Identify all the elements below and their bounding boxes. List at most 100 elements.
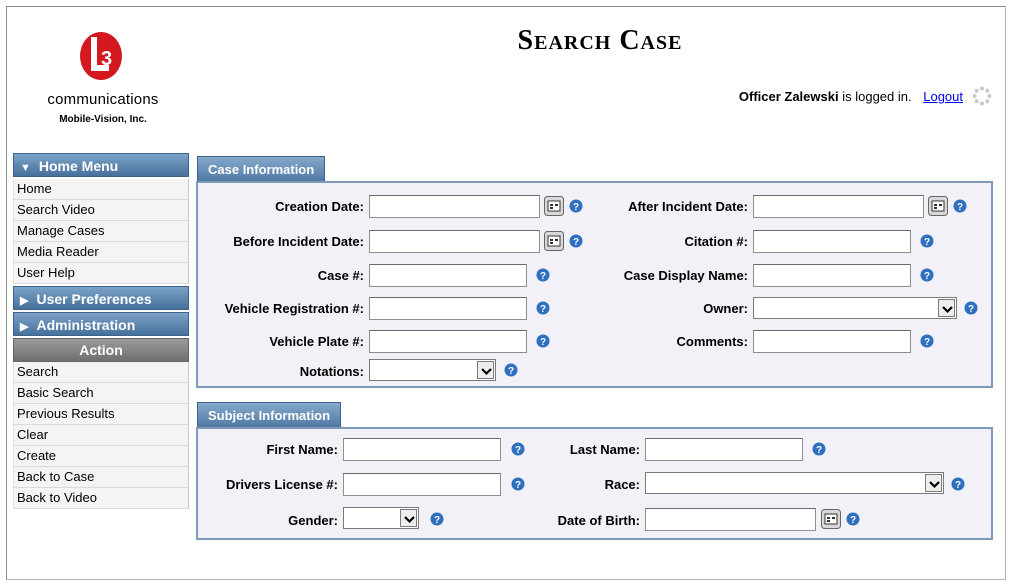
svg-text:?: ? <box>968 304 974 315</box>
drivers-license-input[interactable] <box>343 473 501 496</box>
user-preferences-label: User Preferences <box>36 291 152 307</box>
calendar-icon[interactable] <box>544 196 564 216</box>
help-icon[interactable]: ? <box>951 477 965 491</box>
svg-text:?: ? <box>573 202 579 213</box>
gender-select[interactable] <box>343 507 419 529</box>
case-display-name-input[interactable] <box>753 264 911 287</box>
chevron-down-icon <box>477 361 494 379</box>
action-item-basic-search[interactable]: Basic Search <box>13 383 189 404</box>
home-menu-list: Home Search Video Manage Cases Media Rea… <box>13 179 189 284</box>
case-display-name-label: Case Display Name: <box>623 268 748 283</box>
sidebar-item-search-video[interactable]: Search Video <box>13 200 189 221</box>
creation-date-input[interactable] <box>369 195 540 218</box>
administration-label: Administration <box>36 317 136 333</box>
svg-text:3: 3 <box>101 48 112 70</box>
login-suffix: is logged in. <box>842 89 912 104</box>
loading-spinner-icon <box>972 86 992 106</box>
svg-text:?: ? <box>540 304 546 315</box>
vehicle-registration-label: Vehicle Registration #: <box>224 301 364 316</box>
help-icon[interactable]: ? <box>964 301 978 315</box>
help-icon[interactable]: ? <box>536 268 550 282</box>
triangle-right-icon: ▶ <box>20 321 29 333</box>
help-icon[interactable]: ? <box>812 442 826 456</box>
case-number-label: Case #: <box>317 268 364 283</box>
help-icon[interactable]: ? <box>511 442 525 456</box>
citation-input[interactable] <box>753 230 911 253</box>
sidebar-item-user-help[interactable]: User Help <box>13 263 189 284</box>
action-list: Search Basic Search Previous Results Cle… <box>13 362 189 509</box>
date-of-birth-label: Date of Birth: <box>557 513 640 528</box>
vehicle-plate-input[interactable] <box>369 330 527 353</box>
calendar-icon[interactable] <box>821 509 841 529</box>
svg-text:?: ? <box>573 237 579 248</box>
svg-text:?: ? <box>957 202 963 213</box>
triangle-down-icon: ▼ <box>20 162 31 174</box>
svg-text:?: ? <box>515 445 521 456</box>
chevron-down-icon <box>400 509 417 527</box>
help-icon[interactable]: ? <box>920 234 934 248</box>
notations-label: Notations: <box>299 364 364 379</box>
first-name-input[interactable] <box>343 438 501 461</box>
svg-text:?: ? <box>434 515 440 526</box>
vehicle-registration-input[interactable] <box>369 297 527 320</box>
help-icon[interactable]: ? <box>846 512 860 526</box>
vehicle-plate-label: Vehicle Plate #: <box>269 334 364 349</box>
chevron-down-icon <box>938 299 955 317</box>
help-icon[interactable]: ? <box>536 334 550 348</box>
administration-header[interactable]: ▶ Administration <box>13 312 189 336</box>
gender-label: Gender: <box>288 513 338 528</box>
sidebar-item-media-reader[interactable]: Media Reader <box>13 242 189 263</box>
brand-subtitle: Mobile-Vision, Inc. <box>59 114 147 125</box>
creation-date-label: Creation Date: <box>275 199 364 214</box>
help-icon[interactable]: ? <box>920 268 934 282</box>
citation-label: Citation #: <box>684 234 748 249</box>
page-title: Search Case <box>517 25 683 56</box>
calendar-icon[interactable] <box>544 231 564 251</box>
owner-label: Owner: <box>703 301 748 316</box>
svg-text:?: ? <box>508 366 514 377</box>
race-select[interactable] <box>645 472 944 494</box>
after-incident-date-label: After Incident Date: <box>628 199 748 214</box>
svg-text:?: ? <box>515 480 521 491</box>
case-number-input[interactable] <box>369 264 527 287</box>
action-item-clear[interactable]: Clear <box>13 425 189 446</box>
last-name-label: Last Name: <box>569 442 640 457</box>
logout-link[interactable]: Logout <box>923 89 963 104</box>
svg-text:?: ? <box>924 271 930 282</box>
owner-select[interactable] <box>753 297 957 319</box>
svg-text:?: ? <box>540 271 546 282</box>
sidebar-item-home[interactable]: Home <box>13 179 189 200</box>
home-menu-header[interactable]: ▼ Home Menu <box>13 153 189 177</box>
action-item-back-to-video[interactable]: Back to Video <box>13 488 189 509</box>
after-incident-date-input[interactable] <box>753 195 924 218</box>
action-item-previous-results[interactable]: Previous Results <box>13 404 189 425</box>
last-name-input[interactable] <box>645 438 803 461</box>
user-preferences-header[interactable]: ▶ User Preferences <box>13 286 189 310</box>
action-item-search[interactable]: Search <box>13 362 189 383</box>
before-incident-date-label: Before Incident Date: <box>233 234 364 249</box>
calendar-icon[interactable] <box>928 196 948 216</box>
help-icon[interactable]: ? <box>536 301 550 315</box>
drivers-license-label: Drivers License #: <box>225 477 338 492</box>
help-icon[interactable]: ? <box>920 334 934 348</box>
date-of-birth-input[interactable] <box>645 508 816 531</box>
svg-text:?: ? <box>850 515 856 526</box>
before-incident-date-input[interactable] <box>369 230 540 253</box>
logged-in-user: Officer Zalewski <box>738 89 839 104</box>
comments-input[interactable] <box>753 330 911 353</box>
notations-select[interactable] <box>369 359 496 381</box>
action-item-create[interactable]: Create <box>13 446 189 467</box>
help-icon[interactable]: ? <box>504 363 518 377</box>
help-icon[interactable]: ? <box>430 512 444 526</box>
help-icon[interactable]: ? <box>511 477 525 491</box>
help-icon[interactable]: ? <box>953 199 967 213</box>
l3-logo-mark: 3 <box>80 32 122 80</box>
action-item-back-to-case[interactable]: Back to Case <box>13 467 189 488</box>
svg-text:?: ? <box>540 337 546 348</box>
action-header: Action <box>13 338 189 362</box>
home-menu-label: Home Menu <box>38 158 119 174</box>
tab-subject-information: Subject Information <box>197 402 342 428</box>
brand-name: communications <box>47 91 159 108</box>
tab-case-information: Case Information <box>197 156 326 182</box>
sidebar-item-manage-cases[interactable]: Manage Cases <box>13 221 189 242</box>
